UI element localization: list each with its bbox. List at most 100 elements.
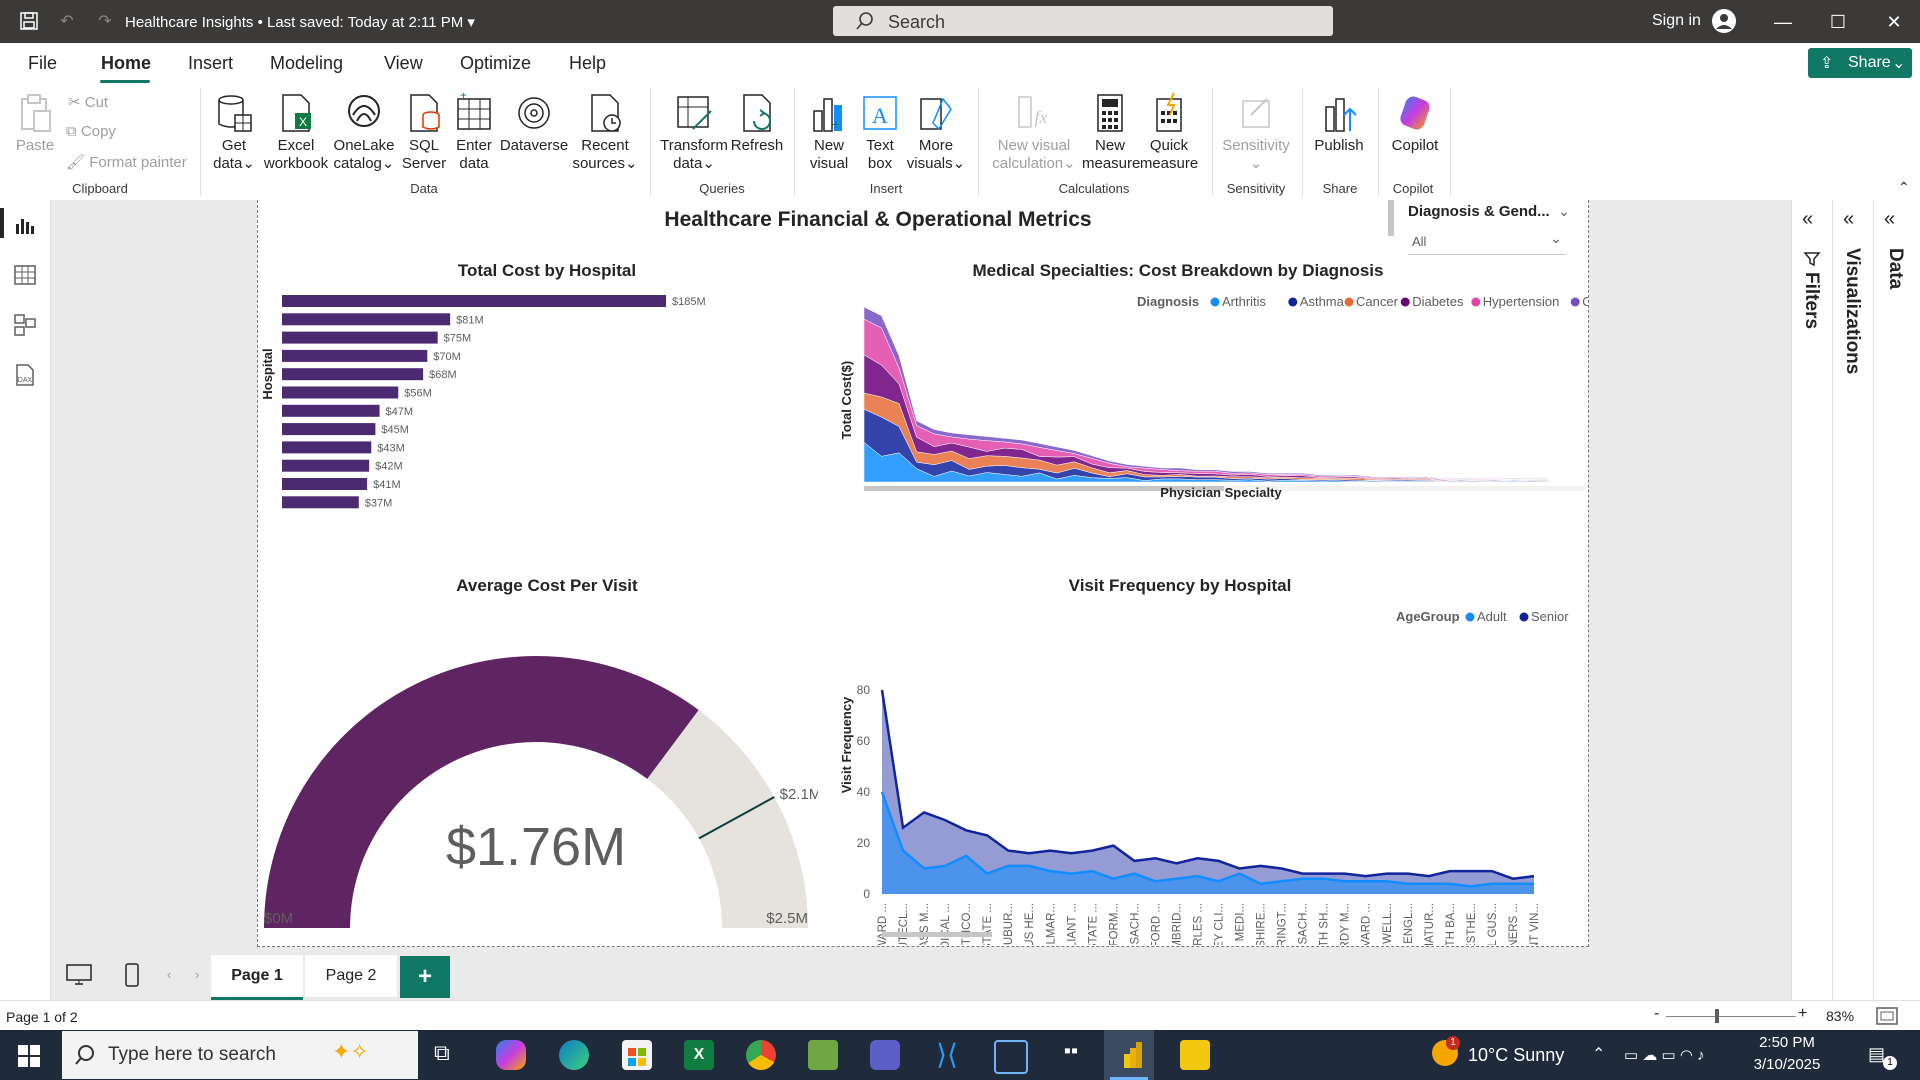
zoom-slider-thumb[interactable] bbox=[1715, 1009, 1719, 1023]
desktop-layout-icon[interactable] bbox=[65, 963, 93, 992]
windows-start-icon[interactable] bbox=[18, 1045, 40, 1072]
copy-button[interactable]: ⧉ Copy bbox=[66, 123, 116, 140]
publish-button[interactable]: Publish bbox=[1308, 93, 1370, 155]
close-button[interactable]: ✕ bbox=[1874, 8, 1914, 36]
legend-item[interactable]: Senior bbox=[1531, 609, 1569, 624]
vscode-icon[interactable]: ⟩⟨ bbox=[932, 1040, 962, 1070]
excel-taskbar-icon[interactable]: X bbox=[684, 1040, 714, 1070]
power-bi-icon[interactable] bbox=[1118, 1040, 1148, 1070]
zoom-slider[interactable] bbox=[1666, 1016, 1796, 1017]
menu-help[interactable]: Help bbox=[569, 53, 606, 74]
dataverse-button[interactable]: Dataverse bbox=[498, 93, 570, 155]
legend-item[interactable]: Asthma bbox=[1300, 294, 1345, 309]
legend-item[interactable]: Hypertension bbox=[1483, 294, 1560, 309]
legend-item[interactable]: Arthritis bbox=[1222, 294, 1267, 309]
zoom-out-button[interactable]: - bbox=[1654, 1005, 1659, 1023]
bar[interactable] bbox=[282, 295, 666, 307]
report-view-icon[interactable] bbox=[13, 214, 37, 238]
refresh-button[interactable]: Refresh bbox=[730, 93, 784, 155]
visualizations-pane-collapsed[interactable]: « Visualizations bbox=[1833, 200, 1874, 1010]
new-measure-button[interactable]: New measure bbox=[1082, 93, 1140, 173]
legend-item[interactable]: Adult bbox=[1477, 609, 1507, 624]
legend-item[interactable]: Diabetes bbox=[1412, 294, 1464, 309]
account-icon[interactable] bbox=[1712, 9, 1736, 33]
copilot-taskbar-icon[interactable] bbox=[496, 1040, 526, 1070]
bar[interactable] bbox=[282, 313, 451, 326]
cost-breakdown-by-diagnosis-chart[interactable]: Medical Specialties: Cost Breakdown by D… bbox=[828, 250, 1588, 540]
bar[interactable] bbox=[282, 478, 368, 490]
more-visuals-button[interactable]: More visuals⌄ bbox=[904, 93, 968, 173]
prev-page-icon[interactable]: ‹ bbox=[167, 967, 171, 982]
onelake-catalog-button[interactable]: OneLake catalog⌄ bbox=[330, 93, 398, 173]
quick-measure-button[interactable]: Quick measure bbox=[1138, 92, 1200, 173]
filters-pane-collapsed[interactable]: « Filters bbox=[1792, 200, 1833, 1010]
copilot-button[interactable]: Copilot bbox=[1382, 93, 1448, 155]
task-view-icon[interactable]: ⧉ bbox=[434, 1040, 464, 1070]
table-view-icon[interactable] bbox=[13, 263, 37, 287]
menu-file[interactable]: File bbox=[28, 53, 57, 74]
tableau-icon[interactable] bbox=[994, 1040, 1028, 1074]
minimize-button[interactable]: — bbox=[1763, 8, 1803, 36]
expand-icon[interactable]: « bbox=[1884, 208, 1895, 231]
maximize-button[interactable]: ☐ bbox=[1818, 8, 1858, 36]
visit-frequency-by-hospital-chart[interactable]: Visit Frequency by Hospital AgeGroup Adul… bbox=[828, 565, 1588, 945]
bar[interactable] bbox=[282, 331, 438, 344]
search-input[interactable]: Search bbox=[833, 6, 1333, 36]
model-view-icon[interactable] bbox=[13, 313, 37, 337]
page-tab-2[interactable]: Page 2 bbox=[305, 955, 397, 997]
new-visual-button[interactable]: + New visual bbox=[802, 93, 856, 173]
enter-data-button[interactable]: + Enter data bbox=[450, 88, 498, 173]
bar[interactable] bbox=[282, 404, 380, 417]
menu-modeling[interactable]: Modeling bbox=[270, 53, 343, 74]
sensitivity-button[interactable]: Sensitivity ⌄ bbox=[1218, 93, 1294, 173]
next-page-icon[interactable]: › bbox=[195, 967, 199, 982]
tray-chevron-icon[interactable]: ⌃ bbox=[1592, 1044, 1605, 1064]
text-box-button[interactable]: A Text box bbox=[856, 93, 904, 173]
new-visual-calculation-button[interactable]: fx New visual calculation⌄ bbox=[986, 93, 1082, 173]
bar[interactable] bbox=[282, 349, 428, 362]
taskbar-search-input[interactable]: Type here to search ✦✧ bbox=[62, 1031, 418, 1079]
bar[interactable] bbox=[282, 386, 399, 399]
cut-button[interactable]: ✂ Cut bbox=[68, 93, 108, 111]
bar[interactable] bbox=[282, 368, 424, 381]
bar[interactable] bbox=[282, 459, 370, 472]
recent-sources-button[interactable]: Recent sources⌄ bbox=[570, 93, 640, 173]
collapse-ribbon-icon[interactable]: ⌃ bbox=[1898, 179, 1910, 196]
expand-icon[interactable]: « bbox=[1802, 208, 1813, 231]
bar[interactable] bbox=[282, 441, 372, 454]
format-painter-button[interactable]: 🖌 Format painter bbox=[66, 153, 187, 171]
visit-scrollbar[interactable] bbox=[882, 932, 992, 937]
excel-workbook-button[interactable]: X Excel workbook bbox=[262, 93, 330, 173]
terminal-icon[interactable]: ▪▪ bbox=[1056, 1040, 1086, 1070]
app-title[interactable]: Healthcare Insights • Last saved: Today … bbox=[125, 13, 475, 31]
chrome-icon[interactable] bbox=[746, 1040, 776, 1070]
legend-item[interactable]: Obesity bbox=[1582, 294, 1588, 309]
sign-in-button[interactable]: Sign in bbox=[1652, 12, 1701, 30]
file-explorer-icon[interactable] bbox=[1180, 1040, 1210, 1070]
mobile-layout-icon[interactable] bbox=[123, 962, 141, 993]
specialty-legend[interactable]: Diagnosis Arthritis Asthma Cancer Diabetes Hy… bbox=[1137, 294, 1588, 309]
store-icon[interactable] bbox=[622, 1040, 652, 1070]
transform-data-button[interactable]: Transform data⌄ bbox=[658, 93, 730, 173]
add-page-button[interactable]: + bbox=[400, 956, 450, 998]
snipping-tool-icon[interactable] bbox=[808, 1040, 838, 1070]
sql-server-button[interactable]: SQL Server bbox=[398, 93, 450, 173]
chevron-down-icon[interactable]: ⌄ bbox=[1558, 203, 1570, 220]
edge-icon[interactable] bbox=[559, 1040, 589, 1070]
get-data-button[interactable]: Get data⌄ bbox=[208, 93, 260, 173]
tray-icons[interactable]: ▭ ☁ ▭ ◠ ♪ bbox=[1624, 1046, 1705, 1064]
teams-icon[interactable] bbox=[870, 1040, 900, 1070]
undo-icon[interactable]: ↶ bbox=[56, 10, 78, 32]
expand-icon[interactable]: « bbox=[1843, 208, 1854, 231]
visit-legend[interactable]: AgeGroup Adult Senior bbox=[1396, 609, 1569, 624]
bar[interactable] bbox=[282, 496, 359, 509]
paste-button[interactable]: Paste bbox=[12, 93, 58, 155]
average-cost-per-visit-gauge[interactable]: Average Cost Per Visit $1.76M $0M $2.5M … bbox=[258, 565, 818, 945]
bar[interactable] bbox=[282, 423, 376, 436]
legend-item[interactable]: Cancer bbox=[1356, 294, 1399, 309]
data-pane-collapsed[interactable]: « Data bbox=[1874, 200, 1920, 1010]
zoom-in-button[interactable]: + bbox=[1798, 1005, 1807, 1023]
fit-to-page-icon[interactable] bbox=[1876, 1007, 1898, 1030]
total-cost-by-hospital-chart[interactable]: Total Cost by Hospital Hospital $185M $81… bbox=[258, 250, 818, 570]
menu-home[interactable]: Home bbox=[101, 53, 151, 74]
